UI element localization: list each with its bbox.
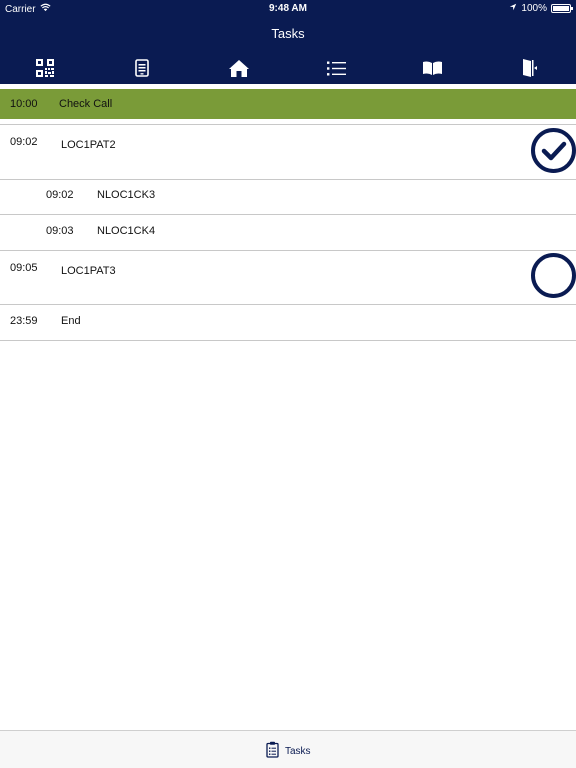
task-label: End [61, 315, 81, 327]
device-icon[interactable] [129, 56, 155, 80]
banner-label: Check Call [59, 98, 113, 110]
subtask-label: NLOC1CK3 [97, 189, 156, 201]
nav-header: Carrier 9:48 AM 100% Tasks [0, 0, 576, 84]
task-row[interactable]: 23:59 End [0, 305, 576, 341]
tab-tasks-label: Tasks [285, 745, 311, 757]
task-time: 23:59 [10, 315, 38, 327]
toolbar [0, 56, 576, 82]
task-time: 09:02 [10, 136, 38, 148]
status-bar: Carrier 9:48 AM 100% [0, 0, 576, 17]
check-call-banner[interactable]: 10:00 Check Call [0, 89, 576, 119]
task-time: 09:05 [10, 262, 38, 274]
location-arrow-icon [509, 3, 517, 14]
subtask-label: NLOC1CK4 [97, 225, 156, 237]
battery-icon [551, 4, 573, 13]
check-circle-icon[interactable] [531, 128, 576, 173]
exit-door-icon[interactable] [516, 56, 542, 80]
book-icon[interactable] [419, 56, 445, 80]
qr-code-icon[interactable] [32, 56, 58, 80]
task-label: LOC1PAT2 [61, 139, 116, 151]
list-icon[interactable] [323, 56, 349, 80]
status-time: 9:48 AM [269, 3, 307, 14]
tab-bar: Tasks [0, 730, 576, 768]
task-row[interactable]: 09:02 LOC1PAT2 [0, 124, 576, 180]
page-title: Tasks [271, 26, 305, 41]
subtask-time: 09:02 [46, 189, 74, 201]
task-row[interactable]: 09:05 LOC1PAT3 [0, 251, 576, 305]
status-right: 100% [509, 3, 573, 14]
clipboard-icon [266, 741, 279, 761]
subtask-row[interactable]: 09:02 NLOC1CK3 [0, 179, 576, 215]
empty-circle-icon[interactable] [531, 253, 576, 298]
home-icon[interactable] [226, 56, 252, 80]
task-label: LOC1PAT3 [61, 265, 116, 277]
banner-time: 10:00 [10, 98, 38, 110]
battery-percent: 100% [521, 3, 547, 14]
subtask-row[interactable]: 09:03 NLOC1CK4 [0, 215, 576, 251]
subtask-time: 09:03 [46, 225, 74, 237]
tab-tasks[interactable]: Tasks [266, 741, 311, 761]
